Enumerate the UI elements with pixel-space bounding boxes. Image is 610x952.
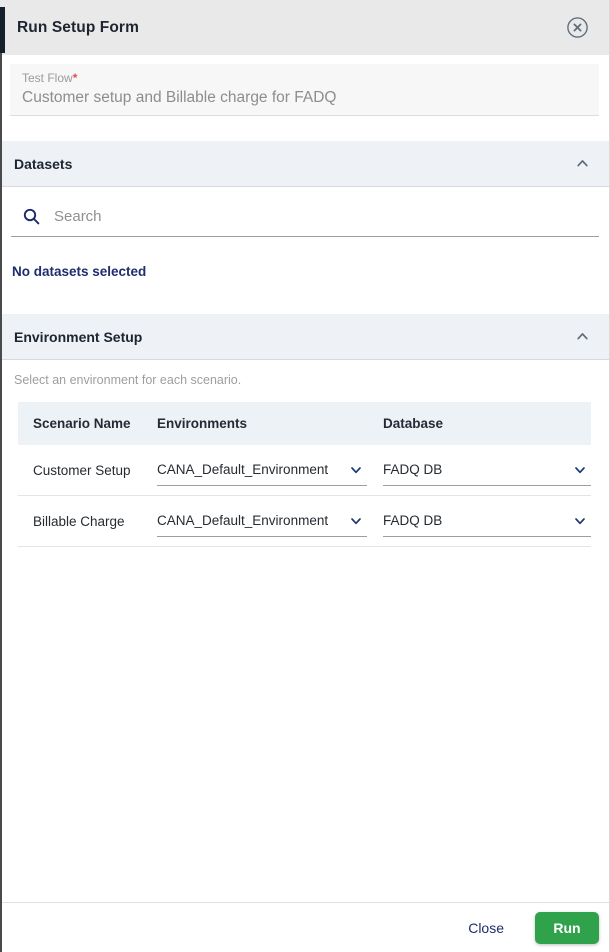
left-edge-dark-strip (0, 7, 5, 53)
environment-setup-section-header[interactable]: Environment Setup (0, 314, 609, 360)
circle-x-icon (566, 16, 589, 39)
test-flow-label: Test Flow* (22, 71, 78, 85)
database-select[interactable]: FADQ DB (383, 505, 591, 537)
chevron-up-icon[interactable] (575, 156, 590, 171)
chevron-down-icon (349, 514, 363, 528)
scenario-name-cell: Billable Charge (33, 513, 125, 529)
scenario-environment-table: Scenario Name Environments Database Cust… (18, 402, 591, 547)
test-flow-field[interactable]: Test Flow* Customer setup and Billable c… (10, 64, 599, 116)
datasets-section-header[interactable]: Datasets (0, 141, 609, 187)
run-setup-dialog: Run Setup Form Test Flow* Customer setup… (0, 0, 610, 952)
chevron-down-icon (573, 463, 587, 477)
column-header-scenario-name: Scenario Name (33, 416, 131, 431)
run-button[interactable]: Run (535, 911, 599, 944)
datasets-section-title: Datasets (14, 155, 73, 172)
scenario-name-cell: Customer Setup (33, 462, 131, 478)
environment-select[interactable]: CANA_Default_Environment (157, 505, 367, 537)
chevron-up-icon[interactable] (575, 329, 590, 344)
dataset-search[interactable]: Search (11, 198, 599, 237)
magnifier-icon (23, 208, 40, 225)
column-header-database: Database (383, 416, 444, 431)
chevron-down-icon (573, 514, 587, 528)
environment-select[interactable]: CANA_Default_Environment (157, 454, 367, 486)
table-row: Billable Charge CANA_Default_Environment… (18, 496, 591, 547)
environment-helper-text: Select an environment for each scenario. (14, 373, 242, 387)
chevron-down-icon (349, 463, 363, 477)
dialog-footer: Close Run (0, 902, 609, 952)
search-input-placeholder: Search (54, 208, 102, 225)
dialog-header: Run Setup Form (0, 0, 609, 55)
left-edge-artifact (0, 7, 2, 952)
dialog-title: Run Setup Form (17, 18, 139, 36)
table-row: Customer Setup CANA_Default_Environment … (18, 445, 591, 496)
close-button[interactable]: Close (468, 920, 504, 936)
table-header-row: Scenario Name Environments Database (18, 402, 591, 445)
database-select[interactable]: FADQ DB (383, 454, 591, 486)
required-asterisk: * (72, 71, 78, 85)
test-flow-value: Customer setup and Billable charge for F… (22, 89, 337, 106)
environment-setup-section-title: Environment Setup (14, 328, 143, 345)
close-dialog-button[interactable] (565, 16, 589, 40)
column-header-environments: Environments (157, 416, 248, 431)
no-datasets-message: No datasets selected (12, 264, 147, 279)
